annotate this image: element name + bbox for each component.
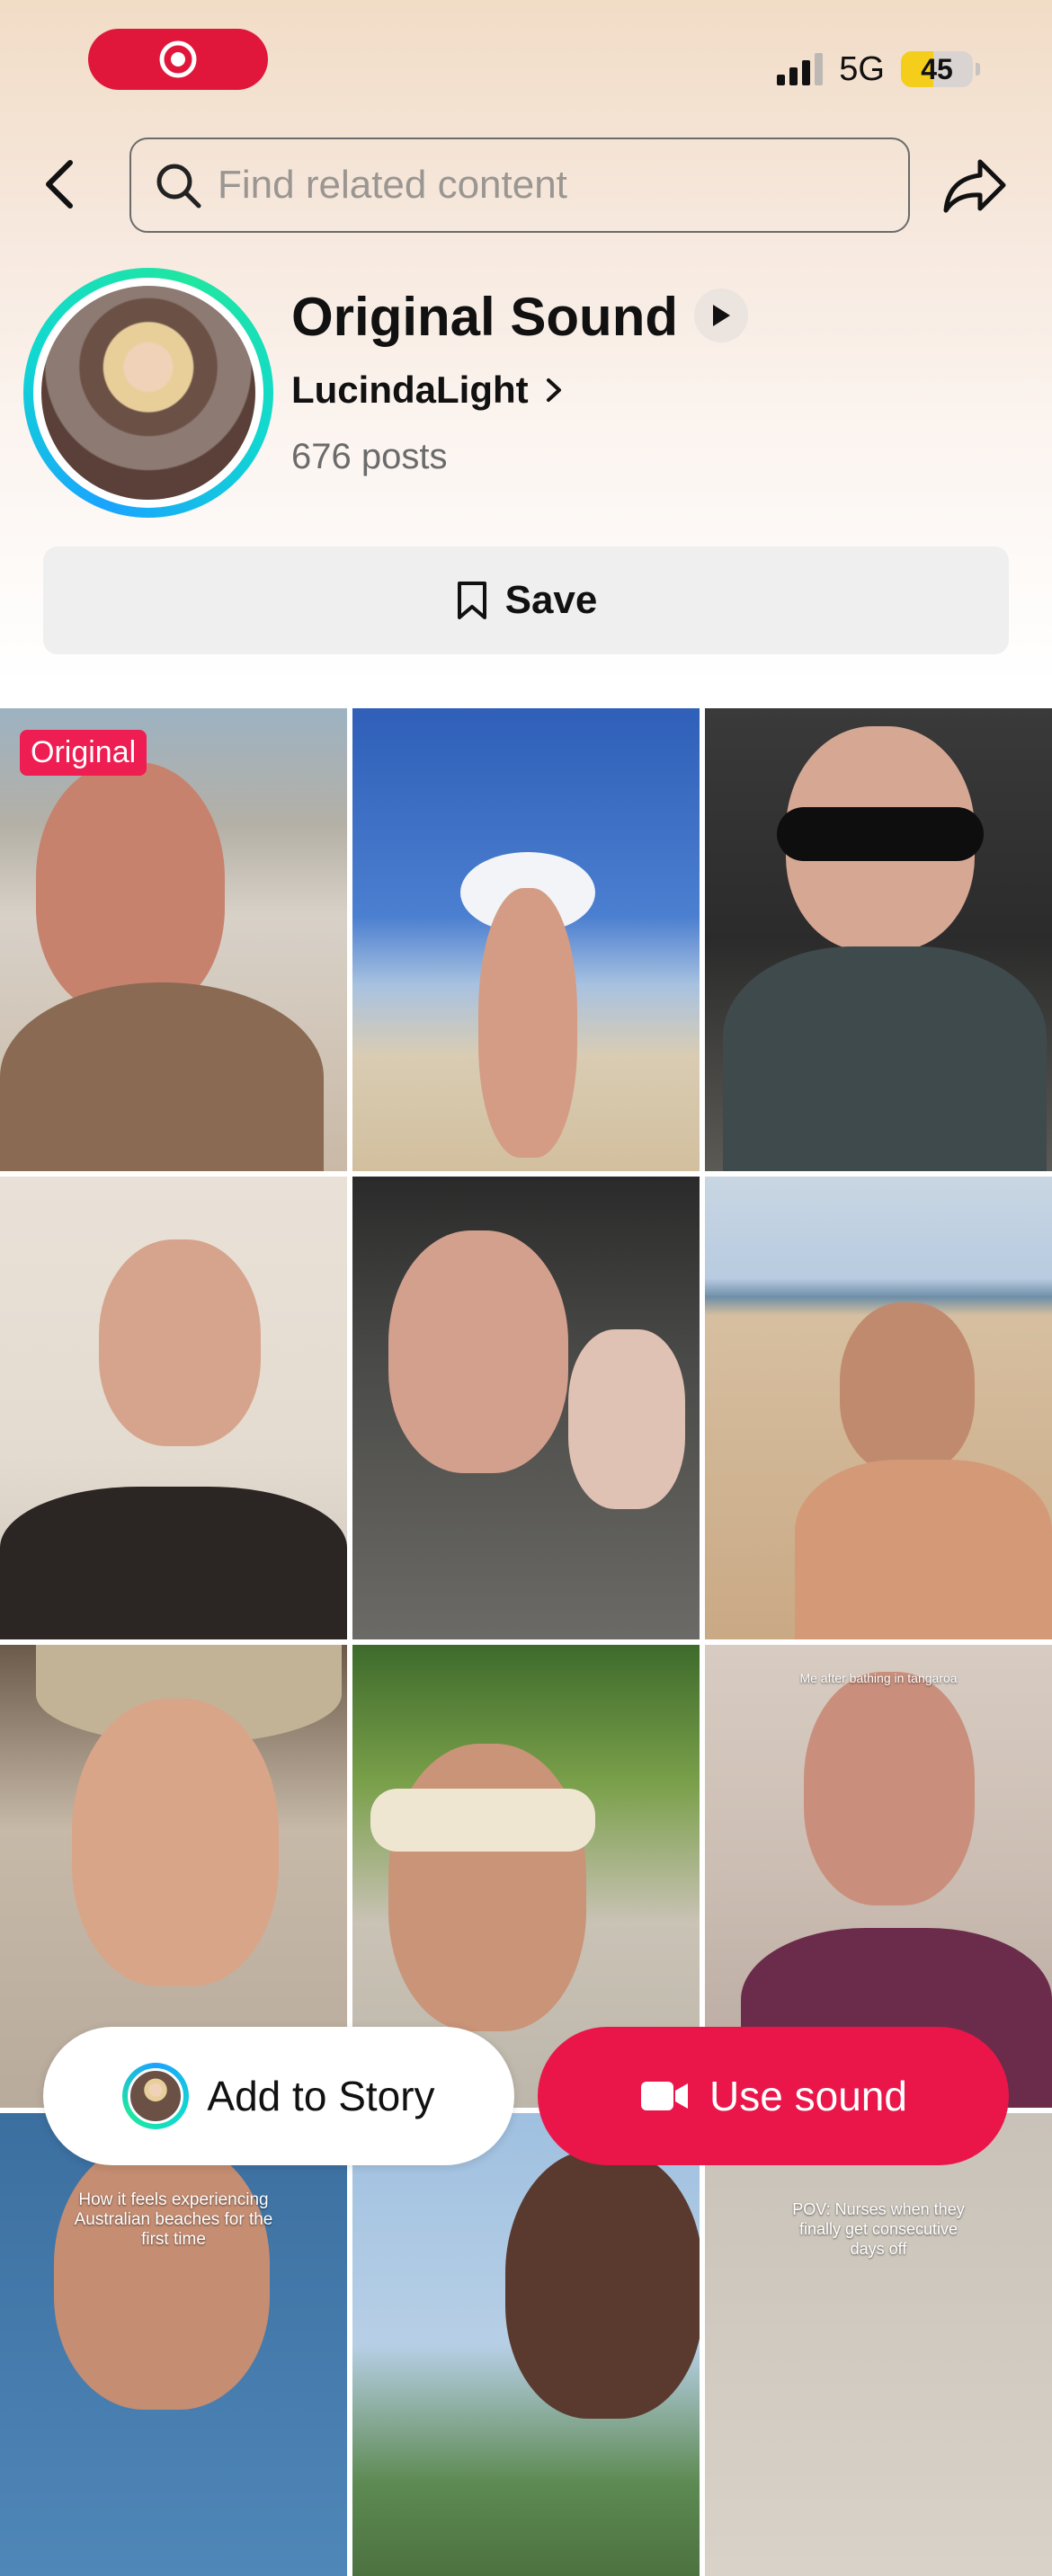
avatar [41, 286, 255, 500]
record-dot-icon [159, 40, 197, 78]
thumbnail-hand [568, 1329, 685, 1509]
search-icon [156, 164, 201, 209]
thumbnail-subject [99, 1239, 261, 1446]
video-thumbnail[interactable] [352, 708, 700, 1171]
status-bar-right: 5G 45 [777, 47, 980, 92]
thumbnail-sunglasses [777, 807, 984, 861]
story-avatar-icon [122, 2063, 190, 2129]
thumbnail-subject [505, 2149, 700, 2419]
chevron-left-icon [46, 160, 73, 209]
video-thumbnail[interactable] [705, 708, 1052, 1171]
thumbnail-sunglasses [370, 1789, 595, 1852]
thumbnail-subject [388, 1230, 568, 1473]
original-badge: Original [20, 730, 147, 776]
video-thumbnail[interactable]: Original [0, 708, 347, 1171]
add-to-story-label: Add to Story [207, 2073, 435, 2119]
thumbnail-subject [804, 1672, 975, 1905]
battery-percent: 45 [921, 52, 953, 85]
save-label: Save [504, 578, 598, 622]
bookmark-icon [457, 582, 486, 619]
search-input[interactable] [216, 162, 867, 209]
use-sound-label: Use sound [709, 2073, 907, 2119]
battery-tip [976, 63, 980, 76]
video-caption: How it feels experiencing Australian bea… [74, 2190, 273, 2249]
play-icon [713, 305, 730, 326]
thumbnail-subject [388, 1744, 586, 2031]
share-button[interactable] [941, 155, 1009, 218]
back-button[interactable] [32, 153, 86, 216]
cellular-signal-icon [777, 53, 824, 85]
video-thumbnail[interactable]: POV: Nurses when they finally get consec… [705, 2113, 1052, 2576]
thumbnail-subject [72, 1699, 279, 1986]
play-sound-button[interactable] [694, 289, 748, 342]
video-thumbnail[interactable] [705, 1177, 1052, 1639]
video-thumbnail[interactable] [352, 2113, 700, 2576]
chevron-right-icon [546, 378, 561, 402]
video-thumbnail[interactable] [352, 1177, 700, 1639]
battery-icon: 45 [901, 51, 973, 87]
search-field[interactable] [129, 138, 910, 233]
author-name: LucindaLight [291, 369, 529, 411]
screen-recording-indicator[interactable] [88, 29, 268, 90]
thumbnail-clothing [0, 1487, 347, 1639]
thumbnail-body [795, 1460, 1052, 1639]
sound-avatar[interactable] [23, 268, 273, 518]
thumbnail-clothing [0, 982, 324, 1171]
share-arrow-icon [943, 159, 1006, 213]
posts-count: 676 posts [291, 437, 448, 476]
thumbnail-clothing [723, 946, 1047, 1171]
video-caption: Me after bathing in tangaroa [799, 1671, 958, 1685]
network-type: 5G [839, 49, 885, 88]
video-thumbnail[interactable] [0, 1177, 347, 1639]
video-camera-icon [641, 2082, 689, 2110]
save-button[interactable]: Save [43, 546, 1009, 654]
thumbnail-subject [840, 1302, 975, 1473]
add-to-story-button[interactable]: Add to Story [43, 2027, 514, 2165]
thumbnail-subject [36, 762, 225, 1014]
sound-title: Original Sound [291, 287, 678, 347]
video-caption: POV: Nurses when they finally get consec… [792, 2200, 965, 2258]
thumbnail-subject [478, 888, 577, 1158]
use-sound-button[interactable]: Use sound [538, 2027, 1009, 2165]
video-thumbnail[interactable]: How it feels experiencing Australian bea… [0, 2113, 347, 2576]
author-link[interactable]: LucindaLight [291, 369, 563, 412]
thumbnail-subject [54, 2140, 270, 2410]
